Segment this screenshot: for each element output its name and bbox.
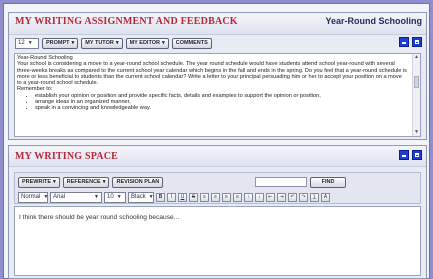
- revision-plan-button[interactable]: REVISION PLAN: [112, 176, 164, 188]
- assignment-window-controls: [399, 37, 422, 47]
- color-select[interactable]: Black ▼: [128, 191, 154, 203]
- style-select-value: Normal: [21, 194, 41, 200]
- style-select[interactable]: Normal ▼: [18, 191, 49, 203]
- prompt-content: Year-Round Schooling Your school is cons…: [15, 54, 420, 112]
- chevron-down-icon: ▾: [71, 40, 75, 46]
- undo-icon[interactable]: ↶: [288, 192, 297, 202]
- find-button-label: FIND: [321, 179, 335, 185]
- comments-button-label: COMMENTS: [175, 40, 208, 46]
- chevron-down-icon: ▼: [148, 194, 154, 200]
- my-tutor-button[interactable]: MY TUTOR ▾: [81, 37, 123, 49]
- number-select-value: 12: [18, 40, 25, 46]
- writing-tools-row: PREWRITE ▾ REFERENCE ▾ REVISION PLAN: [18, 176, 164, 188]
- scroll-up-icon[interactable]: ▲: [413, 54, 420, 61]
- scrollbar-thumb[interactable]: [414, 76, 419, 88]
- align-left-icon[interactable]: ≡: [200, 192, 209, 202]
- minimize-icon[interactable]: [399, 37, 409, 47]
- reference-button[interactable]: REFERENCE ▾: [62, 176, 110, 188]
- size-select-value: 10: [107, 194, 114, 200]
- strikethrough-button[interactable]: S: [189, 192, 198, 202]
- list-item: speak in a convincing and knowledgeable …: [35, 105, 408, 111]
- find-button[interactable]: FIND: [310, 176, 346, 188]
- align-center-icon[interactable]: ≡: [211, 192, 220, 202]
- chevron-down-icon: ▼: [116, 194, 122, 200]
- prompt-text-area: Year-Round Schooling Your school is cons…: [14, 53, 421, 137]
- chevron-down-icon: ▼: [43, 194, 49, 200]
- find-row: FIND: [255, 176, 346, 188]
- italic-button[interactable]: I: [167, 192, 176, 202]
- comments-button[interactable]: COMMENTS: [171, 37, 212, 49]
- writing-panel-title: MY WRITING SPACE: [15, 151, 119, 162]
- size-select[interactable]: 10 ▼: [104, 191, 126, 203]
- prompt-scrollbar[interactable]: ▲ ▼: [412, 54, 420, 136]
- assignment-topic-label: Year-Round Schooling: [325, 16, 422, 26]
- assignment-panel: MY WRITING ASSIGNMENT AND FEEDBACK Year-…: [8, 12, 427, 140]
- draft-editor[interactable]: I think there should be year round schoo…: [14, 206, 421, 276]
- assignment-toolbar: 12 ▼ PROMPT ▾ MY TUTOR ▾ MY EDITOR ▾ COM…: [15, 37, 212, 49]
- minimize-icon[interactable]: [399, 150, 409, 160]
- chevron-down-icon: ▾: [161, 40, 165, 46]
- bullet-list-icon[interactable]: ⁝: [244, 192, 253, 202]
- justify-icon[interactable]: ≡: [233, 192, 242, 202]
- redo-icon[interactable]: ↷: [299, 192, 308, 202]
- prompt-body: Your school is considering a move to a y…: [17, 61, 407, 87]
- maximize-icon[interactable]: [412, 37, 422, 47]
- draft-text[interactable]: I think there should be year round schoo…: [15, 207, 420, 228]
- chevron-down-icon: ▾: [102, 179, 106, 185]
- prompt-button[interactable]: PROMPT ▾: [42, 37, 79, 49]
- underline-button[interactable]: U: [178, 192, 187, 202]
- number-select[interactable]: 12 ▼: [15, 37, 39, 49]
- reference-button-label: REFERENCE: [66, 179, 101, 185]
- my-editor-button[interactable]: MY EDITOR ▾: [125, 37, 169, 49]
- assignment-panel-title: MY WRITING ASSIGNMENT AND FEEDBACK: [15, 16, 238, 27]
- chevron-down-icon: ▼: [94, 194, 99, 200]
- align-right-icon[interactable]: ≡: [222, 192, 231, 202]
- prewrite-button[interactable]: PREWRITE ▾: [18, 176, 60, 188]
- find-input[interactable]: [255, 177, 307, 187]
- remember-list: establish your opinion or position and p…: [35, 93, 408, 112]
- writing-panel: MY WRITING SPACE PREWRITE ▾ REFERENCE ▾ …: [8, 145, 427, 279]
- prewrite-button-label: PREWRITE: [22, 179, 52, 185]
- format-row: Normal ▼ Arial ▼ 10 ▼ Black ▼ B I U S ≡ …: [18, 191, 330, 203]
- outdent-icon[interactable]: ⇤: [266, 192, 275, 202]
- numbered-list-icon[interactable]: ⁝: [255, 192, 264, 202]
- writing-window-controls: [399, 150, 422, 160]
- color-select-value: Black: [131, 194, 146, 200]
- assignment-panel-header: MY WRITING ASSIGNMENT AND FEEDBACK Year-…: [9, 13, 426, 35]
- editor-toolbar: PREWRITE ▾ REFERENCE ▾ REVISION PLAN FIN…: [14, 172, 421, 204]
- bold-button[interactable]: B: [156, 192, 165, 202]
- text-color-icon[interactable]: A: [321, 192, 330, 202]
- indent-icon[interactable]: ⇥: [277, 192, 286, 202]
- special-character-icon[interactable]: ∑: [310, 192, 319, 202]
- font-select-value: Arial: [53, 194, 66, 200]
- maximize-icon[interactable]: [412, 150, 422, 160]
- revision-plan-button-label: REVISION PLAN: [116, 179, 160, 185]
- scroll-down-icon[interactable]: ▼: [413, 129, 420, 136]
- app-window: MY WRITING ASSIGNMENT AND FEEDBACK Year-…: [3, 3, 430, 279]
- chevron-down-icon: ▾: [115, 40, 119, 46]
- font-select[interactable]: Arial ▼: [50, 191, 102, 203]
- my-editor-button-label: MY EDITOR: [129, 40, 160, 46]
- chevron-down-icon: ▾: [53, 179, 56, 185]
- my-tutor-button-label: MY TUTOR: [85, 40, 114, 46]
- writing-panel-header: MY WRITING SPACE: [9, 146, 426, 167]
- prompt-button-label: PROMPT: [46, 40, 70, 46]
- chevron-down-icon: ▼: [27, 40, 33, 46]
